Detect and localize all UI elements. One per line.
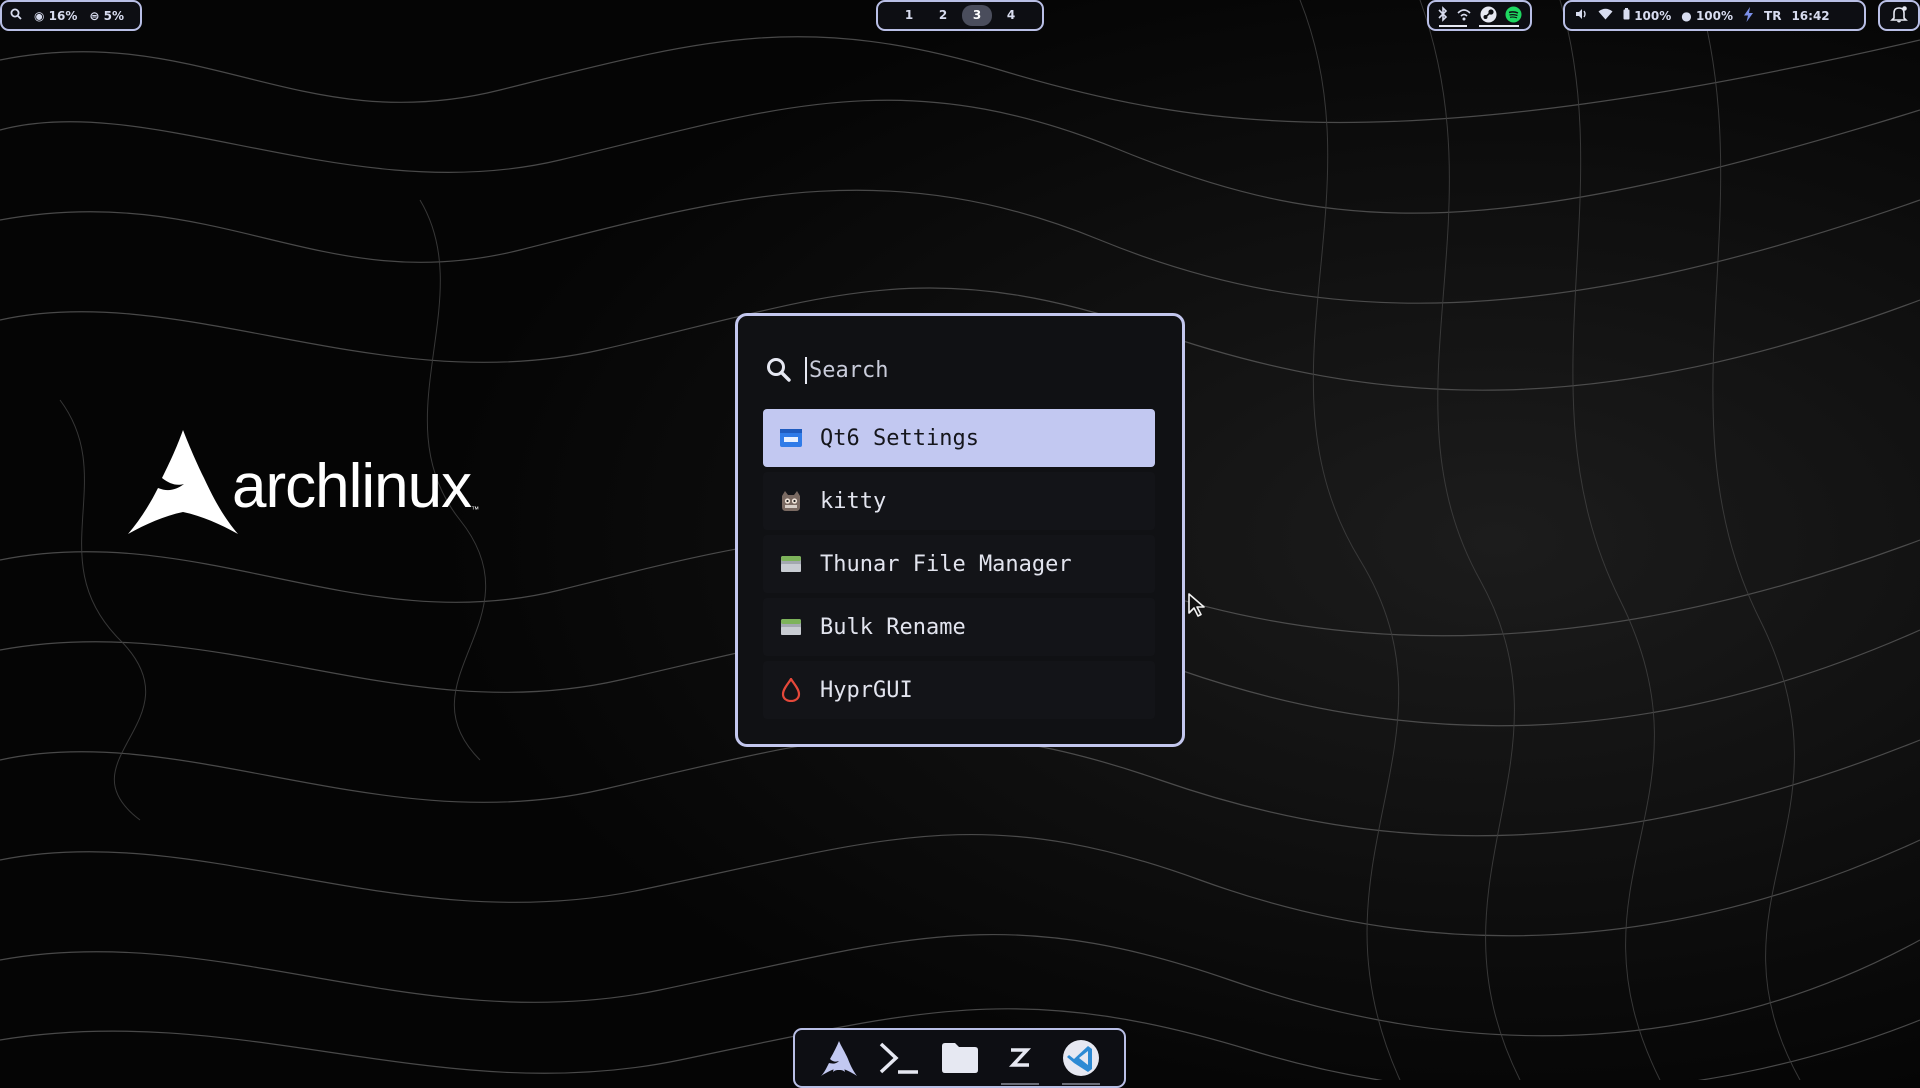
result-label: Thunar File Manager [820,551,1072,577]
result-label: Bulk Rename [820,614,966,640]
brightness-indicator[interactable]: ● 100% [1681,9,1733,23]
result-label: HyprGUI [820,677,913,703]
wifi-icon[interactable] [1598,8,1613,23]
cpu-usage: ◉ 16% [34,9,77,23]
workspace-4[interactable]: 4 [996,5,1026,26]
bluetooth-icon[interactable] [1437,6,1448,25]
cpu-value: 16% [48,8,78,23]
terminal-icon [879,1042,918,1074]
result-label: kitty [820,488,887,514]
results-list: Qt6 Settings kitty Thunar File Manager B… [763,409,1155,724]
search-input[interactable] [805,356,1151,384]
volume-indicator[interactable] [1575,8,1588,23]
workspace-2[interactable]: 2 [928,5,958,26]
result-bulk-rename[interactable]: Bulk Rename [763,598,1155,656]
result-qt6-settings[interactable]: Qt6 Settings [763,409,1155,467]
network-icon[interactable] [1456,7,1472,24]
vscode-icon [1062,1040,1099,1076]
power-profile-icon[interactable] [1743,6,1754,25]
logo-wordmark: archlinux [232,452,472,521]
search-bar [765,350,1155,390]
workspace-1[interactable]: 1 [894,5,924,26]
result-label: Qt6 Settings [820,425,979,451]
result-thunar-file-manager[interactable]: Thunar File Manager [763,535,1155,593]
brightness-icon: ● [1681,8,1692,23]
dock [793,1028,1126,1088]
tray-indicator [1439,25,1467,27]
tray-indicator [1479,25,1519,27]
bulk-rename-icon [779,615,803,639]
mouse-cursor-icon [1188,593,1205,617]
archlinux-logo: archlinux ™ [128,430,479,534]
clock[interactable]: 16:42 [1791,9,1829,23]
qt6-settings-icon [779,426,803,450]
memory-value: 5% [103,8,125,23]
result-kitty[interactable]: kitty [763,472,1155,530]
volume-icon [1575,9,1588,23]
dock-item-files[interactable] [937,1035,983,1081]
search-icon [765,356,793,384]
arch-logo-icon [128,430,238,534]
cpu-icon: ◉ [34,8,45,23]
hyprgui-icon [779,678,803,702]
memory-icon: ⊜ [89,8,100,23]
folder-icon [941,1043,978,1073]
dock-item-terminal[interactable] [876,1035,922,1081]
search-icon[interactable] [10,8,22,23]
arch-icon [820,1041,857,1076]
steam-icon[interactable] [1480,6,1497,26]
kitty-icon [779,489,803,513]
trademark-mark: ™ [471,505,480,514]
battery-indicator[interactable]: 100% [1623,8,1671,23]
system-monitor-module[interactable]: ◉ 16% ⊜ 5% [0,0,142,31]
zed-icon [1008,1048,1032,1067]
notification-button[interactable] [1878,0,1920,31]
workspace-switcher: 1 2 3 4 [876,0,1044,31]
app-launcher: Qt6 Settings kitty Thunar File Manager B… [735,313,1185,747]
memory-usage: ⊜ 5% [89,9,124,23]
dock-item-arch[interactable] [816,1035,862,1081]
dock-item-zed[interactable] [997,1035,1043,1085]
spotify-icon[interactable] [1505,6,1522,26]
brightness-value: 100% [1695,8,1734,23]
thunar-icon [779,552,803,576]
battery-value: 100% [1634,9,1672,23]
result-hyprgui[interactable]: HyprGUI [763,661,1155,719]
workspace-3[interactable]: 3 [962,5,992,26]
bell-icon [1890,5,1908,26]
battery-icon [1623,8,1634,23]
keyboard-layout[interactable]: TR [1764,9,1781,23]
dock-item-vscode[interactable] [1058,1035,1104,1085]
system-tray [1427,0,1532,31]
status-module: 100% ● 100% TR 16:42 [1563,0,1866,31]
